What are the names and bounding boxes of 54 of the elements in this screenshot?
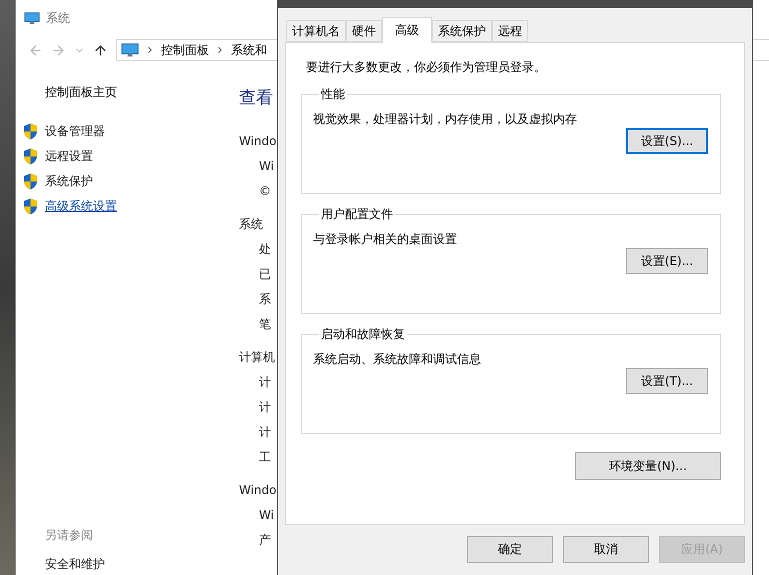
page-heading: 查看 bbox=[239, 87, 274, 109]
sidebar-link[interactable]: 高级系统设置 bbox=[45, 198, 117, 215]
dialog-button[interactable]: 确定 bbox=[467, 536, 553, 563]
up-icon[interactable] bbox=[93, 42, 108, 58]
environment-variables-button[interactable]: 环境变量(N)... bbox=[575, 452, 721, 480]
breadcrumb-item[interactable]: 系统和 bbox=[231, 42, 267, 58]
info-text: 工 bbox=[259, 449, 272, 466]
group-title: 用户配置文件 bbox=[320, 206, 394, 223]
forward-icon[interactable] bbox=[51, 42, 66, 58]
group-description: 系统启动、系统故障和调试信息 bbox=[313, 351, 482, 368]
info-text: 产 bbox=[259, 532, 272, 549]
group-title: 性能 bbox=[320, 86, 346, 103]
section-heading: Windo bbox=[239, 133, 278, 150]
admin-notice: 要进行大多数更改，你必须作为管理员登录。 bbox=[306, 59, 547, 76]
shield-icon bbox=[23, 198, 38, 215]
sidebar-link[interactable]: 远程设置 bbox=[45, 148, 93, 165]
settings-button[interactable]: 设置(S)... bbox=[626, 128, 708, 154]
sidebar-home-link[interactable]: 控制面板主页 bbox=[45, 84, 239, 101]
breadcrumb-item[interactable]: 控制面板 bbox=[161, 42, 209, 58]
info-text: Wi bbox=[259, 158, 275, 175]
section-heading: Windo bbox=[239, 482, 278, 499]
sidebar-link[interactable]: 设备管理器 bbox=[45, 123, 105, 140]
tab[interactable]: 系统保护 bbox=[432, 20, 492, 42]
tab[interactable]: 高级 bbox=[382, 17, 432, 43]
settings-button[interactable]: 设置(T)... bbox=[626, 368, 708, 394]
info-text: 已 bbox=[259, 266, 272, 283]
sidebar-link[interactable]: 系统保护 bbox=[45, 173, 93, 190]
info-text: 计 bbox=[259, 424, 272, 441]
info-text: © bbox=[259, 183, 272, 200]
section-heading: 系统 bbox=[239, 216, 264, 233]
see-also-heading: 另请参阅 bbox=[45, 527, 94, 544]
shield-icon bbox=[23, 123, 38, 140]
group-description: 与登录帐户相关的桌面设置 bbox=[313, 231, 458, 248]
back-icon[interactable] bbox=[28, 42, 43, 58]
info-text: 计 bbox=[259, 399, 272, 416]
window-title: 系统 bbox=[46, 10, 70, 26]
info-text: 计 bbox=[259, 374, 272, 391]
section-heading: 计算机 bbox=[239, 349, 276, 366]
tab[interactable]: 硬件 bbox=[346, 20, 382, 42]
info-text: 处 bbox=[259, 241, 272, 258]
settings-button[interactable]: 设置(E)... bbox=[626, 248, 708, 274]
info-text: 系 bbox=[259, 291, 272, 308]
info-text: Wi bbox=[259, 507, 275, 524]
info-text: 笔 bbox=[259, 316, 272, 333]
monitor-icon bbox=[121, 42, 139, 58]
shield-icon bbox=[23, 173, 38, 190]
monitor-icon bbox=[24, 12, 40, 24]
tab[interactable]: 远程 bbox=[492, 20, 528, 42]
see-also-link[interactable]: 安全和维护 bbox=[45, 556, 239, 573]
tab[interactable]: 计算机名 bbox=[286, 20, 346, 42]
group-title: 启动和故障恢复 bbox=[320, 326, 406, 343]
group-description: 视觉效果，处理器计划，内存使用，以及虚拟内存 bbox=[313, 111, 578, 128]
dialog-button[interactable]: 取消 bbox=[563, 536, 649, 563]
shield-icon bbox=[23, 148, 38, 165]
